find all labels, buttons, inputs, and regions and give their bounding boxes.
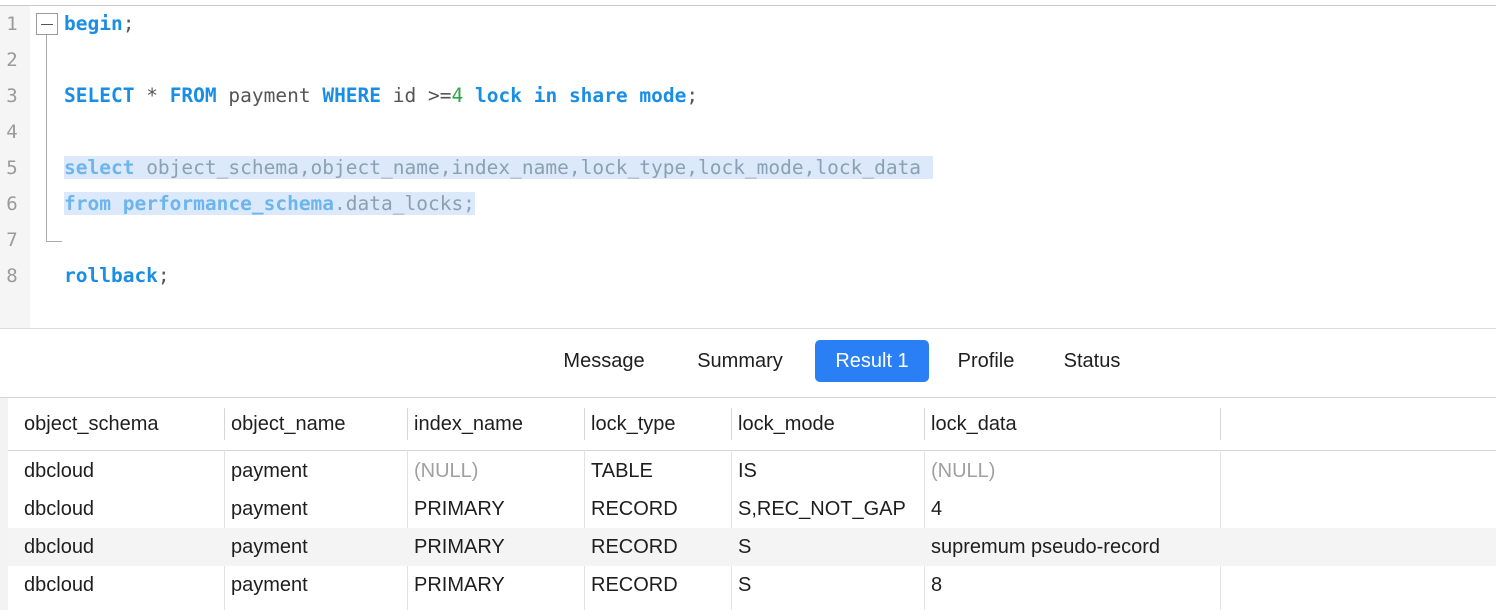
result-tabs: Message Summary Result 1 Profile Status (0, 329, 1496, 397)
sql-keyword: performance_schema (122, 192, 335, 215)
line-number: 6 (6, 193, 18, 215)
sql-keyword: select (64, 156, 135, 179)
cell-object-name[interactable]: payment (215, 528, 407, 566)
cell-lock-type[interactable]: RECORD (575, 566, 731, 604)
column-header-lock-type[interactable]: lock_type (575, 398, 731, 450)
code-line[interactable]: 4 (0, 114, 1496, 150)
sql-text: .data_locks; (334, 192, 475, 215)
code-line[interactable]: 2 (0, 42, 1496, 78)
line-number: 3 (6, 85, 18, 107)
code-line[interactable]: 5 select object_schema,object_name,index_… (0, 150, 1496, 186)
sql-text: * (134, 84, 170, 107)
line-number: 7 (6, 229, 18, 251)
line-number: 4 (6, 121, 18, 143)
table-row[interactable]: dbcloud payment PRIMARY RECORD S,REC_NOT_GAP… (8, 490, 1496, 528)
cell-index-name[interactable]: PRIMARY (398, 490, 584, 528)
cell-object-name[interactable]: payment (215, 490, 407, 528)
sql-keyword: FROM (169, 84, 217, 107)
sql-text: object_schema,object_name,index_name,loc… (134, 156, 933, 179)
table-row[interactable]: dbcloud payment PRIMARY RECORD Ssupremum pse… (8, 528, 1496, 566)
cell-object-schema[interactable]: dbcloud (8, 566, 224, 604)
tab-result-1[interactable]: Result 1 (815, 340, 929, 382)
cell-lock-mode[interactable]: S (722, 566, 924, 604)
code-line[interactable]: 3 SELECT * FROM payment WHERE id >=4 lock… (0, 78, 1496, 114)
cell-object-schema[interactable]: dbcloud (8, 528, 224, 566)
tab-status[interactable]: Status (1048, 340, 1136, 382)
table-row[interactable]: dbcloud payment PRIMARY RECORD S 8 (8, 566, 1496, 604)
code-line[interactable]: 8 rollback; (0, 258, 1496, 294)
selected-text: from performance_schema.data_locks; (64, 192, 475, 215)
column-header-object-schema[interactable]: object_schema (8, 398, 224, 450)
line-text: begin; (64, 12, 134, 35)
cell-object-name[interactable]: payment (215, 566, 407, 604)
code-line[interactable]: 1 begin; (0, 6, 1496, 42)
code-text[interactable]: SELECT * FROM payment WHERE id >=4 lock … (64, 78, 698, 114)
row-header-strip (0, 398, 8, 610)
cell-object-schema[interactable]: dbcloud (8, 452, 224, 490)
cell-object-schema[interactable]: dbcloud (8, 490, 224, 528)
sql-text: ; (122, 12, 135, 35)
sql-text: payment (216, 84, 323, 107)
selected-text: select object_schema,object_name,index_n… (64, 156, 933, 179)
code-text[interactable]: rollback; (64, 258, 170, 294)
cell-lock-data[interactable]: supremum pseudo-record (915, 528, 1220, 566)
cell-lock-mode[interactable]: S (722, 528, 924, 566)
code-text[interactable]: begin; (64, 6, 134, 42)
cell-lock-data[interactable]: 8 (915, 566, 1220, 604)
sql-keyword: rollback (64, 264, 158, 287)
code-line[interactable]: 7 (0, 222, 1496, 258)
sql-keyword: lock (474, 84, 522, 107)
column-header-object-name[interactable]: object_name (215, 398, 407, 450)
table-row[interactable]: dbcloud payment (NULL) TABLE IS (NULL) (8, 452, 1496, 490)
sql-text: ; (686, 84, 699, 107)
line-number: 1 (6, 13, 18, 35)
cell-lock-type[interactable]: RECORD (575, 528, 731, 566)
sql-keyword: WHERE (322, 84, 382, 107)
sql-editor[interactable]: 1 begin; 2 3 SELECT * FROM payment WHERE id … (0, 6, 1496, 328)
tab-message[interactable]: Message (544, 340, 664, 382)
result-grid[interactable]: object_schema object_name index_name loc… (0, 398, 1496, 610)
line-text: rollback; (64, 264, 170, 287)
cell-lock-type[interactable]: RECORD (575, 490, 731, 528)
line-number: 8 (6, 265, 18, 287)
code-text[interactable]: select object_schema,object_name,index_n… (64, 150, 933, 186)
column-header-lock-mode[interactable]: lock_mode (722, 398, 924, 450)
line-number: 5 (6, 157, 18, 179)
sql-text: ; (157, 264, 170, 287)
sql-number: 4 (451, 84, 464, 107)
sql-keyword: SELECT (64, 84, 135, 107)
cell-index-name[interactable]: PRIMARY (398, 528, 584, 566)
line-number: 2 (6, 49, 18, 71)
header-bottom-border (8, 450, 1496, 451)
cell-object-name[interactable]: payment (215, 452, 407, 490)
column-header-lock-data[interactable]: lock_data (915, 398, 1220, 450)
sql-keyword: mode (639, 84, 687, 107)
sql-keyword: in (533, 84, 558, 107)
cell-lock-data[interactable]: (NULL) (915, 452, 1220, 490)
cell-lock-type[interactable]: TABLE (575, 452, 731, 490)
sql-keyword: share (568, 84, 628, 107)
column-separator[interactable] (1220, 408, 1221, 440)
tab-profile[interactable]: Profile (942, 340, 1030, 382)
sql-text: id >= (381, 84, 452, 107)
sql-keyword: from (64, 192, 111, 215)
cell-lock-data[interactable]: 4 (915, 490, 1220, 528)
line-text: SELECT * FROM payment WHERE id >=4 lock … (64, 84, 698, 107)
code-line[interactable]: 6 from performance_schema.data_locks; (0, 186, 1496, 222)
cell-index-name[interactable]: PRIMARY (398, 566, 584, 604)
code-text[interactable]: from performance_schema.data_locks; (64, 186, 475, 222)
cell-lock-mode[interactable]: S,REC_NOT_GAP (722, 490, 924, 528)
column-header-index-name[interactable]: index_name (398, 398, 584, 450)
cell-lock-mode[interactable]: IS (722, 452, 924, 490)
sql-keyword: begin (64, 12, 123, 35)
tab-summary[interactable]: Summary (680, 340, 800, 382)
cell-index-name[interactable]: (NULL) (398, 452, 584, 490)
